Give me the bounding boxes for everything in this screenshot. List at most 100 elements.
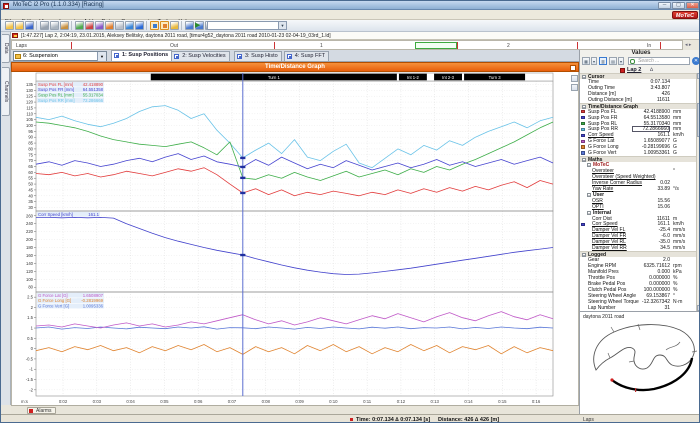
channel-value[interactable]: 72.2866660 bbox=[632, 126, 670, 132]
toolbar-icon-add-chart[interactable] bbox=[75, 21, 84, 30]
tab-1-susp-positions[interactable]: 1: Susp Positions bbox=[111, 50, 172, 61]
toolbar-icon-grid[interactable] bbox=[115, 21, 124, 30]
toolbar-icon-overlay[interactable] bbox=[95, 21, 104, 30]
toolbar-icon-print[interactable] bbox=[50, 21, 59, 30]
svg-label: 200 bbox=[26, 237, 34, 242]
svg-label: 90 bbox=[28, 135, 33, 140]
value-row-lap-number[interactable]: Lap Number 31 bbox=[580, 305, 696, 311]
play-button[interactable]: ▶ bbox=[195, 21, 200, 30]
columns-dropdown-icon[interactable]: ▾ bbox=[618, 57, 624, 65]
reference-lap-combo[interactable]: ▼ bbox=[207, 21, 287, 30]
status-time: Time: 0:07.134 ∆ 0:07.134 [s] bbox=[356, 417, 430, 423]
maximize-button[interactable]: ▢ bbox=[672, 2, 685, 9]
toolbar-icon-maths[interactable] bbox=[105, 21, 114, 30]
show-values-toggle-icon[interactable]: ▥ bbox=[599, 57, 607, 65]
search-clear-icon[interactable]: ✕ bbox=[692, 57, 700, 65]
svg-label: 35 bbox=[28, 199, 33, 204]
toolbar-icon-cursor-toggle[interactable] bbox=[150, 21, 159, 30]
lap-label-1[interactable]: 1 bbox=[320, 43, 323, 49]
dock-tab-data[interactable]: Data bbox=[2, 34, 10, 63]
values-scrollbar[interactable]: ▲ ▼ bbox=[696, 73, 700, 311]
toolbar-icon-export[interactable] bbox=[40, 21, 49, 30]
title-bar[interactable]: MoTeC i2 Pro (1.1.0.334) [Racing] ─ ▢ ✕ bbox=[1, 1, 700, 10]
svg-label: 125 bbox=[26, 94, 34, 99]
time-distance-graph[interactable]: 0:020:030:040:050:060:070:080:090:100:11… bbox=[11, 72, 579, 405]
laps-ruler[interactable]: Laps Out12In bbox=[11, 40, 683, 50]
toolbar-icon-open-folder[interactable] bbox=[15, 21, 24, 30]
tab-2-susp-velocities[interactable]: 2: Susp Velocities bbox=[171, 51, 229, 61]
trace-g-force-long bbox=[36, 345, 553, 355]
search-input[interactable]: Search ... bbox=[628, 57, 690, 65]
svg-label: 0:10 bbox=[329, 399, 338, 404]
graph-header[interactable]: Time/Distance Graph bbox=[11, 62, 579, 72]
tab-4-susp-fft[interactable]: 4: Susp FFT bbox=[284, 51, 329, 61]
svg-label: G Force Vert [G] bbox=[38, 304, 69, 309]
svg-label: 60 bbox=[28, 170, 33, 175]
combo-dropdown-icon[interactable]: ▼ bbox=[278, 22, 286, 29]
lap-label-in[interactable]: In bbox=[647, 43, 651, 49]
lap-label-2[interactable]: 2 bbox=[507, 43, 510, 49]
worksheet-tab-label: 1: Susp Positions bbox=[122, 52, 168, 58]
alarms-button[interactable]: Alarms bbox=[27, 407, 56, 414]
search-placeholder: Search ... bbox=[638, 58, 659, 64]
svg-label: 1.5 bbox=[27, 315, 33, 320]
channel-color-swatch bbox=[581, 140, 585, 144]
toolbar-icon-values-toggle[interactable] bbox=[160, 21, 169, 30]
svg-label: 120 bbox=[26, 100, 34, 105]
alarms-strip: Alarms bbox=[11, 405, 579, 414]
track-map[interactable] bbox=[580, 312, 700, 415]
minimize-button[interactable]: ─ bbox=[658, 2, 671, 9]
workbook-selector[interactable]: 6: Suspension ▼ bbox=[13, 51, 107, 61]
svg-label: 0:11 bbox=[363, 399, 372, 404]
collapse-icon[interactable]: − bbox=[587, 211, 591, 215]
dock-tab-channels[interactable]: Channels bbox=[2, 67, 10, 117]
track-name: daytona 2011 road bbox=[583, 314, 624, 320]
channel-value: 31 bbox=[636, 305, 670, 311]
svg-label: 72.286666 bbox=[83, 98, 104, 103]
trace-g-force-lat bbox=[36, 312, 553, 328]
svg-label: 161.1 bbox=[88, 212, 99, 217]
svg-label: -0.2819969 bbox=[81, 298, 103, 303]
toolbar-icon-zoom-prev[interactable] bbox=[185, 21, 194, 30]
toolbar-icon-save[interactable] bbox=[25, 21, 34, 30]
laps-nav-arrows[interactable]: ◂ ▸ bbox=[685, 42, 691, 48]
svg-label: 130 bbox=[26, 88, 34, 93]
svg-label: 0:09 bbox=[295, 399, 304, 404]
svg-label: m:s bbox=[21, 399, 28, 404]
pin-panel-icon[interactable] bbox=[571, 84, 578, 91]
channel-color-swatch bbox=[581, 116, 585, 120]
svg-label: 100 bbox=[26, 123, 34, 128]
collapse-icon[interactable]: − bbox=[587, 163, 591, 167]
lap-label-out[interactable]: Out bbox=[170, 43, 178, 49]
columns-icon[interactable]: ▤ bbox=[609, 57, 617, 65]
toolbar-icon-time-mode[interactable] bbox=[125, 21, 134, 30]
worksheet-tab-label: 4: Susp FFT bbox=[295, 53, 325, 59]
graph-header-icon[interactable] bbox=[570, 65, 576, 71]
toolbar-icon-delete[interactable] bbox=[85, 21, 94, 30]
status-bar: Time: 0:07.134 ∆ 0:07.134 [s] Distance: … bbox=[1, 414, 700, 423]
workbook-dropdown-icon[interactable]: ▼ bbox=[97, 52, 106, 61]
cursor-color-chip bbox=[350, 418, 353, 421]
worksheet-icon bbox=[237, 54, 242, 59]
selected-lap-range[interactable] bbox=[415, 42, 457, 49]
svg-label: 105 bbox=[26, 117, 34, 122]
toolbar-icon-send[interactable] bbox=[60, 21, 69, 30]
lap-boundary-mark bbox=[71, 42, 72, 49]
svg-label: 0:13 bbox=[431, 399, 440, 404]
layout-grid-icon[interactable]: ▦ bbox=[582, 57, 590, 65]
toolbar-icon-swap-lap[interactable] bbox=[170, 21, 179, 30]
file-info-bar: [1:47.227] Lap 2, 2:04:19, 23.01.2015, A… bbox=[1, 32, 700, 40]
collapse-icon[interactable]: − bbox=[587, 193, 591, 197]
svg-label: G Force Long [G] bbox=[38, 298, 71, 303]
worksheet-icon bbox=[287, 54, 292, 59]
collapse-panel-icon[interactable] bbox=[571, 75, 578, 82]
alarm-icon bbox=[29, 409, 33, 413]
toolbar-icon-open-file[interactable] bbox=[5, 21, 14, 30]
tab-3-susp-histo[interactable]: 3: Susp Histo bbox=[234, 51, 282, 61]
motec-i2-window: MoTeC i2 Pro (1.1.0.334) [Racing] ─ ▢ ✕ … bbox=[0, 0, 700, 423]
layout-dropdown-icon[interactable]: ▾ bbox=[591, 57, 597, 65]
worksheet-icon bbox=[114, 53, 119, 58]
channel-name[interactable]: Lap Number bbox=[588, 305, 616, 311]
close-button[interactable]: ✕ bbox=[686, 2, 699, 9]
toolbar-icon-info[interactable] bbox=[135, 21, 144, 30]
